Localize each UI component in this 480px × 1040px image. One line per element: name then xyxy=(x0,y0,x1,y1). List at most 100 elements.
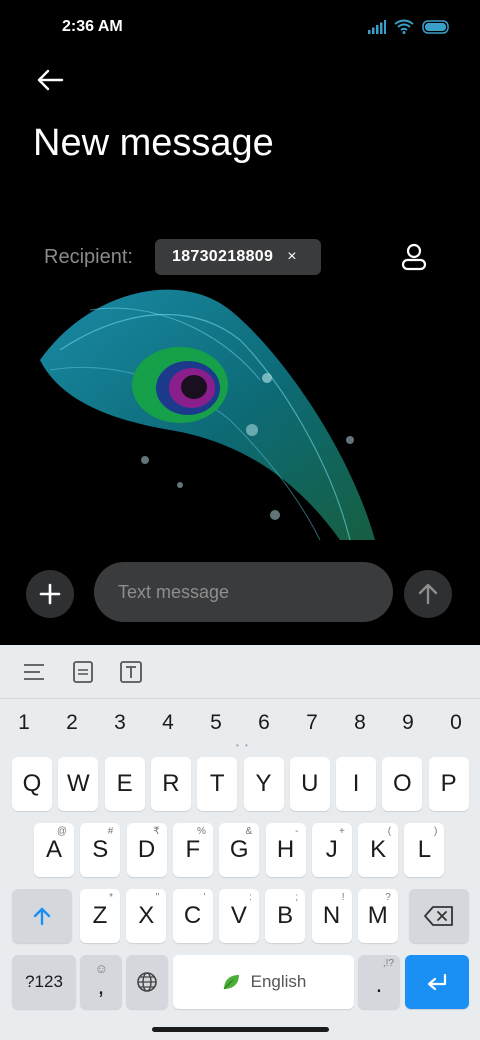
key-q[interactable]: Q xyxy=(12,757,52,811)
key-f-hint: % xyxy=(196,826,206,837)
status-bar: 2:36 AM xyxy=(0,0,480,56)
wifi-icon xyxy=(394,19,414,34)
period-label: . xyxy=(375,971,383,998)
key-u-label: U xyxy=(301,770,319,797)
key-j-hint: + xyxy=(338,826,345,837)
status-time: 2:36 AM xyxy=(62,18,123,35)
number-key-8[interactable]: 8 xyxy=(336,711,384,735)
key-d-label: D xyxy=(137,836,156,863)
key-n[interactable]: ! N xyxy=(311,889,352,943)
key-o-label: O xyxy=(393,770,412,797)
number-key-9[interactable]: 9 xyxy=(384,711,432,735)
key-e-label: E xyxy=(116,770,133,797)
number-row: 1234567890 xyxy=(0,705,480,741)
key-v[interactable]: :V xyxy=(218,889,259,943)
send-button[interactable] xyxy=(404,570,452,618)
key-u[interactable]: U xyxy=(289,757,330,811)
page-title: New message xyxy=(33,122,274,164)
key-f-label: F xyxy=(185,836,201,863)
key-t-label: T xyxy=(209,770,225,797)
key-r[interactable]: R xyxy=(150,757,191,811)
key-a[interactable]: @ A xyxy=(34,823,74,877)
key-i[interactable]: I xyxy=(336,757,377,811)
key-w-label: W xyxy=(66,770,90,797)
shift-arrow-icon xyxy=(33,907,51,926)
key-z[interactable]: * Z xyxy=(80,889,120,943)
key-x-label: X xyxy=(138,902,155,929)
key-z-label: Z xyxy=(92,902,108,929)
key-o[interactable]: O xyxy=(382,757,423,811)
number-key-1[interactable]: 1 xyxy=(0,711,48,735)
key-t[interactable]: T xyxy=(197,757,238,811)
key-g-label: G xyxy=(229,836,249,863)
recipient-label: Recipient: xyxy=(44,246,133,268)
number-key-0[interactable]: 0 xyxy=(432,711,480,735)
key-c[interactable]: ' C xyxy=(172,889,213,943)
space-key[interactable]: English xyxy=(173,955,354,1009)
shift-key[interactable] xyxy=(12,889,72,943)
key-p[interactable]: P xyxy=(428,757,469,811)
key-j-label: J xyxy=(325,836,338,863)
space-key-label: English xyxy=(250,972,307,991)
number-key-4[interactable]: 4 xyxy=(144,711,192,735)
number-key-5[interactable]: 5 xyxy=(192,711,240,735)
number-key-3[interactable]: 3 xyxy=(96,711,144,735)
backspace-key[interactable] xyxy=(409,889,469,943)
plus-icon xyxy=(39,583,61,605)
language-key[interactable] xyxy=(126,955,168,1009)
key-k-hint: ( xyxy=(387,826,392,837)
key-d-hint: ₹ xyxy=(153,826,160,837)
recipient-number: 18730218809 xyxy=(172,248,274,265)
back-button[interactable] xyxy=(34,64,66,96)
key-b[interactable]: ; B xyxy=(265,889,306,943)
key-i-label: I xyxy=(352,770,360,797)
key-w[interactable]: W xyxy=(58,757,99,811)
key-g[interactable]: & G xyxy=(219,823,260,877)
keyboard-toolbar xyxy=(0,645,480,699)
key-j[interactable]: + J xyxy=(311,823,352,877)
menu-lines-icon[interactable] xyxy=(21,659,47,685)
key-x-hint: " xyxy=(155,892,160,903)
emoji-comma-key[interactable]: ☺ , xyxy=(80,955,122,1009)
period-key[interactable]: ,!? . xyxy=(358,955,400,1009)
key-b-label: B xyxy=(277,902,294,929)
peacock-feather-wallpaper xyxy=(40,289,375,540)
message-input[interactable]: Text message xyxy=(94,562,393,622)
composer-bar: Text message xyxy=(0,562,480,624)
key-d[interactable]: ₹ D xyxy=(126,823,167,877)
remove-recipient-icon[interactable]: × xyxy=(287,248,296,266)
key-s[interactable]: # S xyxy=(80,823,121,877)
key-c-label: C xyxy=(183,902,202,929)
key-f[interactable]: % F xyxy=(172,823,213,877)
number-key-6[interactable]: 6 xyxy=(240,711,288,735)
enter-key[interactable] xyxy=(405,955,469,1009)
key-k[interactable]: (K xyxy=(358,823,399,877)
space-key-label-wrap: English xyxy=(221,972,307,992)
key-m[interactable]: ? M xyxy=(357,889,398,943)
signal-icon xyxy=(368,19,386,34)
key-v-label: V xyxy=(230,902,247,929)
key-h-hint: - xyxy=(295,826,299,837)
arrow-up-icon xyxy=(418,583,438,605)
key-k-label: K xyxy=(370,836,387,863)
globe-icon xyxy=(137,972,157,992)
key-l[interactable]: ) L xyxy=(404,823,445,877)
contacts-button[interactable] xyxy=(399,242,429,272)
symbols-key[interactable]: ?123 xyxy=(12,955,76,1009)
key-y[interactable]: Y xyxy=(243,757,284,811)
attach-button[interactable] xyxy=(26,570,74,618)
home-indicator[interactable] xyxy=(152,1027,329,1032)
clipboard-icon[interactable] xyxy=(70,659,96,685)
key-y-label: Y xyxy=(255,770,272,797)
key-l-hint: ) xyxy=(434,826,438,837)
number-key-2[interactable]: 2 xyxy=(48,711,96,735)
key-x[interactable]: " X xyxy=(126,889,167,943)
text-format-icon[interactable] xyxy=(118,659,144,685)
number-key-7[interactable]: 7 xyxy=(288,711,336,735)
key-h[interactable]: -H xyxy=(265,823,306,877)
key-q-label: Q xyxy=(22,770,42,797)
key-e[interactable]: E xyxy=(104,757,145,811)
key-b-hint: ; xyxy=(295,892,299,903)
key-r-label: R xyxy=(162,770,180,797)
key-s-label: S xyxy=(92,836,109,863)
